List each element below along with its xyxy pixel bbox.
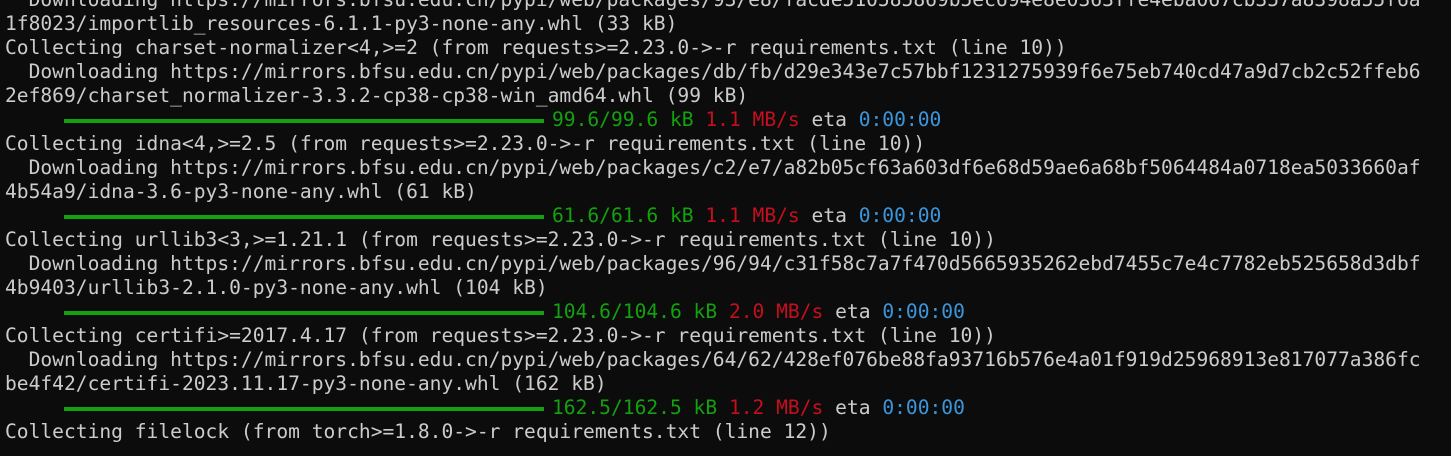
download-progress: 104.6/104.6 kB 2.0 MB/s eta 0:00:00 — [5, 300, 1451, 324]
terminal-line: 4b9403/urllib3-2.1.0-py3-none-any.whl (1… — [5, 276, 548, 299]
terminal-line: Downloading https://mirrors.bfsu.edu.cn/… — [5, 252, 1421, 275]
terminal-line: Downloading https://mirrors.bfsu.edu.cn/… — [5, 156, 1421, 179]
terminal-line: 1f8023/importlib_resources-6.1.1-py3-non… — [5, 12, 678, 35]
terminal-line: Downloading https://mirrors.bfsu.edu.cn/… — [5, 60, 1421, 83]
terminal-line: 2ef869/charset_normalizer-3.3.2-cp38-cp3… — [5, 84, 749, 107]
download-size: 99.6/99.6 kB — [552, 108, 694, 131]
terminal-line: 4b54a9/idna-3.6-py3-none-any.whl (61 kB) — [5, 180, 477, 203]
download-size: 162.5/162.5 kB — [552, 396, 718, 419]
terminal-line: Collecting filelock (from torch>=1.8.0->… — [5, 420, 831, 443]
download-progress: 162.5/162.5 kB 1.2 MB/s eta 0:00:00 — [5, 396, 1451, 420]
download-size: 104.6/104.6 kB — [552, 300, 718, 323]
terminal-line: Collecting certifi>=2017.4.17 (from requ… — [5, 324, 996, 347]
eta-value: 0:00:00 — [858, 108, 942, 131]
download-speed: 1.2 MB/s — [728, 396, 824, 419]
terminal-line: be4f42/certifi-2023.11.17-py3-none-any.w… — [5, 372, 607, 395]
terminal-line: Downloading https://mirrors.bfsu.edu.cn/… — [5, 0, 1451, 12]
download-speed: 1.1 MB/s — [705, 108, 800, 131]
eta-label: eta — [811, 204, 847, 227]
download-size: 61.6/61.6 kB — [552, 204, 694, 227]
eta-label: eta — [811, 108, 847, 131]
terminal-line: Downloading https://mirrors.bfsu.edu.cn/… — [5, 348, 1421, 371]
eta-value: 0:00:00 — [882, 300, 965, 323]
progress-bar — [64, 407, 544, 411]
eta-value: 0:00:00 — [882, 396, 965, 419]
download-progress: 61.6/61.6 kB 1.1 MB/s eta 0:00:00 — [5, 204, 1451, 228]
download-speed: 1.1 MB/s — [705, 204, 800, 227]
terminal-line: Collecting charset-normalizer<4,>=2 (fro… — [5, 36, 1067, 59]
eta-label: eta — [835, 396, 871, 419]
download-progress: 99.6/99.6 kB 1.1 MB/s eta 0:00:00 — [5, 108, 1451, 132]
download-speed: 2.0 MB/s — [728, 300, 824, 323]
progress-bar — [64, 215, 544, 219]
progress-bar — [64, 119, 544, 123]
eta-label: eta — [835, 300, 871, 323]
terminal-line: Collecting urllib3<3,>=1.21.1 (from requ… — [5, 228, 996, 251]
progress-bar — [64, 311, 544, 315]
terminal-line: Collecting idna<4,>=2.5 (from requests>=… — [5, 132, 926, 155]
terminal-window[interactable]: Downloading https://mirrors.bfsu.edu.cn/… — [0, 0, 1451, 444]
eta-value: 0:00:00 — [858, 204, 942, 227]
